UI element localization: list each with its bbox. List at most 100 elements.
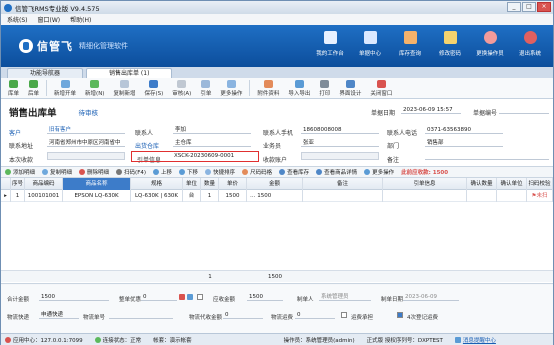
note-field[interactable]: [425, 152, 549, 160]
toolbar-divider: [249, 80, 251, 96]
dept-field[interactable]: 销售部: [425, 139, 503, 147]
logistics-field[interactable]: 申通快递: [39, 311, 79, 319]
col-header[interactable]: 确认单位: [497, 178, 527, 190]
account-field[interactable]: [301, 152, 379, 160]
table-row[interactable]: ▸ 1 100101001 EPSON LQ-630K LQ-630K | 63…: [1, 190, 553, 202]
col-header[interactable]: 确认数量: [467, 178, 497, 190]
save-icon: [149, 79, 159, 88]
col-header[interactable]: 单位: [183, 178, 201, 190]
reference-field[interactable]: XSCK-20230609-0001: [131, 151, 259, 162]
brand-logo: 信管飞 精细化管理软件: [19, 38, 128, 54]
maker-field: 系统管理员: [319, 293, 371, 301]
contact-mobile-field[interactable]: 18608008008: [301, 126, 379, 134]
copy-row-button[interactable]: 复制明细: [42, 168, 72, 176]
next-doc-button[interactable]: 后单: [24, 79, 43, 97]
approve-button[interactable]: 审核(A): [168, 79, 195, 97]
cell-name[interactable]: EPSON LQ-630K: [63, 190, 131, 202]
nav-documents[interactable]: 单据中心: [353, 31, 387, 57]
logistics-no-field[interactable]: [109, 311, 173, 319]
status-account-set: 帐套：演示帐套: [153, 337, 192, 344]
view-stock-button[interactable]: 查看库存: [279, 168, 309, 176]
cell-code[interactable]: 100101001: [25, 190, 63, 202]
nav-workbench[interactable]: 我的工作台: [313, 31, 347, 57]
close-window-button[interactable]: 关闭窗口: [366, 79, 396, 97]
tab-sales-outbound[interactable]: 销售出库单 (1): [86, 68, 173, 78]
col-header[interactable]: 规格: [131, 178, 183, 190]
more-ops-button[interactable]: 更多操作: [216, 79, 246, 97]
col-header[interactable]: 备注: [303, 178, 383, 190]
cell-unit[interactable]: 台: [183, 190, 201, 202]
total-qty: 1: [208, 274, 212, 280]
fee-checkbox[interactable]: [341, 312, 347, 318]
minimize-button[interactable]: _: [507, 2, 521, 12]
first-doc-button[interactable]: 库单: [4, 79, 23, 97]
cell-confirm-qty[interactable]: [467, 190, 497, 202]
cell-amount[interactable]: … 1500: [247, 190, 303, 202]
nav-stock[interactable]: 库存查询: [393, 31, 427, 57]
nav-exit[interactable]: 退出系统: [513, 31, 547, 57]
col-header[interactable]: 商品名称: [63, 178, 131, 190]
move-up-button[interactable]: 上移: [153, 168, 172, 176]
col-header[interactable]: 金额: [247, 178, 303, 190]
warehouse-label[interactable]: 出货仓库: [135, 141, 159, 150]
print-button[interactable]: 打印: [315, 79, 334, 97]
new-order-button[interactable]: 新增开单: [50, 79, 80, 97]
grid-more-button[interactable]: 更多操作: [364, 168, 394, 176]
layout-design-button[interactable]: 界面设计: [335, 79, 365, 97]
col-header[interactable]: 扫码校验: [527, 178, 553, 190]
nav-password[interactable]: 修改密码: [433, 31, 467, 57]
cell-price[interactable]: 1500: [219, 190, 247, 202]
cell-spec[interactable]: LQ-630K | 630K: [131, 190, 183, 202]
save-button[interactable]: 保存(S): [140, 79, 167, 97]
discount-checkbox[interactable]: [197, 294, 203, 300]
move-down-button[interactable]: 下移: [179, 168, 198, 176]
freight-field[interactable]: 0: [223, 311, 263, 319]
cell-qty[interactable]: 1: [201, 190, 219, 202]
customer-label[interactable]: 客户: [9, 128, 21, 137]
address-field[interactable]: 河南省郑州市中原区河南省中: [47, 139, 125, 147]
contact-phone-field[interactable]: 0371-63563890: [425, 126, 503, 134]
cell-remark[interactable]: [303, 190, 383, 202]
date-field[interactable]: 2023-06-09 15:57: [401, 106, 461, 114]
col-header[interactable]: 序号: [11, 178, 25, 190]
contact-field[interactable]: 李加: [173, 126, 251, 134]
col-header[interactable]: 商品编码: [25, 178, 63, 190]
maximize-button[interactable]: □: [522, 2, 536, 12]
attachment-button[interactable]: 附件资料: [253, 79, 283, 97]
import-export-button[interactable]: 导入导出: [284, 79, 314, 97]
cell-confirm-unit[interactable]: [497, 190, 527, 202]
nav-switch-user[interactable]: 更换操作员: [473, 31, 507, 57]
lock-icon: [443, 31, 457, 44]
reference-button[interactable]: 引单: [196, 79, 215, 97]
contact-mobile-label: 联系人手机: [263, 130, 294, 137]
size-grid-button[interactable]: 尺码码格: [242, 168, 272, 176]
customer-field[interactable]: 旧有客户: [47, 126, 125, 134]
items-grid: 序号 商品编码 商品名称 规格 单位 数量 单价 金额 备注 引单信息 确认数量…: [1, 178, 553, 284]
menu-help[interactable]: 帮助(H): [70, 15, 91, 24]
brand-name: 信管飞: [37, 40, 73, 53]
doc-no-field[interactable]: [499, 106, 549, 114]
tab-navigator[interactable]: 功能导航器: [7, 68, 84, 78]
quick-sort-button[interactable]: 快捷排序: [205, 168, 235, 176]
discount-settings-icon[interactable]: [187, 294, 193, 300]
discount-field[interactable]: 0: [141, 293, 177, 301]
scan-button[interactable]: 扫码(F4): [116, 168, 146, 176]
menu-system[interactable]: 系统(S): [7, 15, 28, 24]
discount-action-icon[interactable]: [179, 294, 185, 300]
menu-window[interactable]: 窗口(W): [38, 15, 61, 24]
add-row-button[interactable]: 添加明细: [5, 168, 35, 176]
copy-new-button[interactable]: 复制新增: [109, 79, 139, 97]
message-center-link[interactable]: 消息提醒中心: [454, 336, 496, 344]
salesman-field[interactable]: 张亚: [301, 139, 379, 147]
col-header[interactable]: 引单信息: [383, 178, 467, 190]
add-button[interactable]: 新增(N): [81, 79, 108, 97]
warehouse-field[interactable]: 主仓库: [173, 139, 251, 147]
print-checkbox[interactable]: [397, 312, 403, 318]
delete-row-button[interactable]: 删除明细: [79, 168, 109, 176]
col-header[interactable]: 单价: [219, 178, 247, 190]
freight-fee-field[interactable]: 0: [295, 311, 335, 319]
receipt-field[interactable]: [47, 152, 125, 160]
product-detail-button[interactable]: 查看商品详情: [316, 168, 357, 176]
close-button[interactable]: ×: [537, 2, 551, 12]
col-header[interactable]: 数量: [201, 178, 219, 190]
